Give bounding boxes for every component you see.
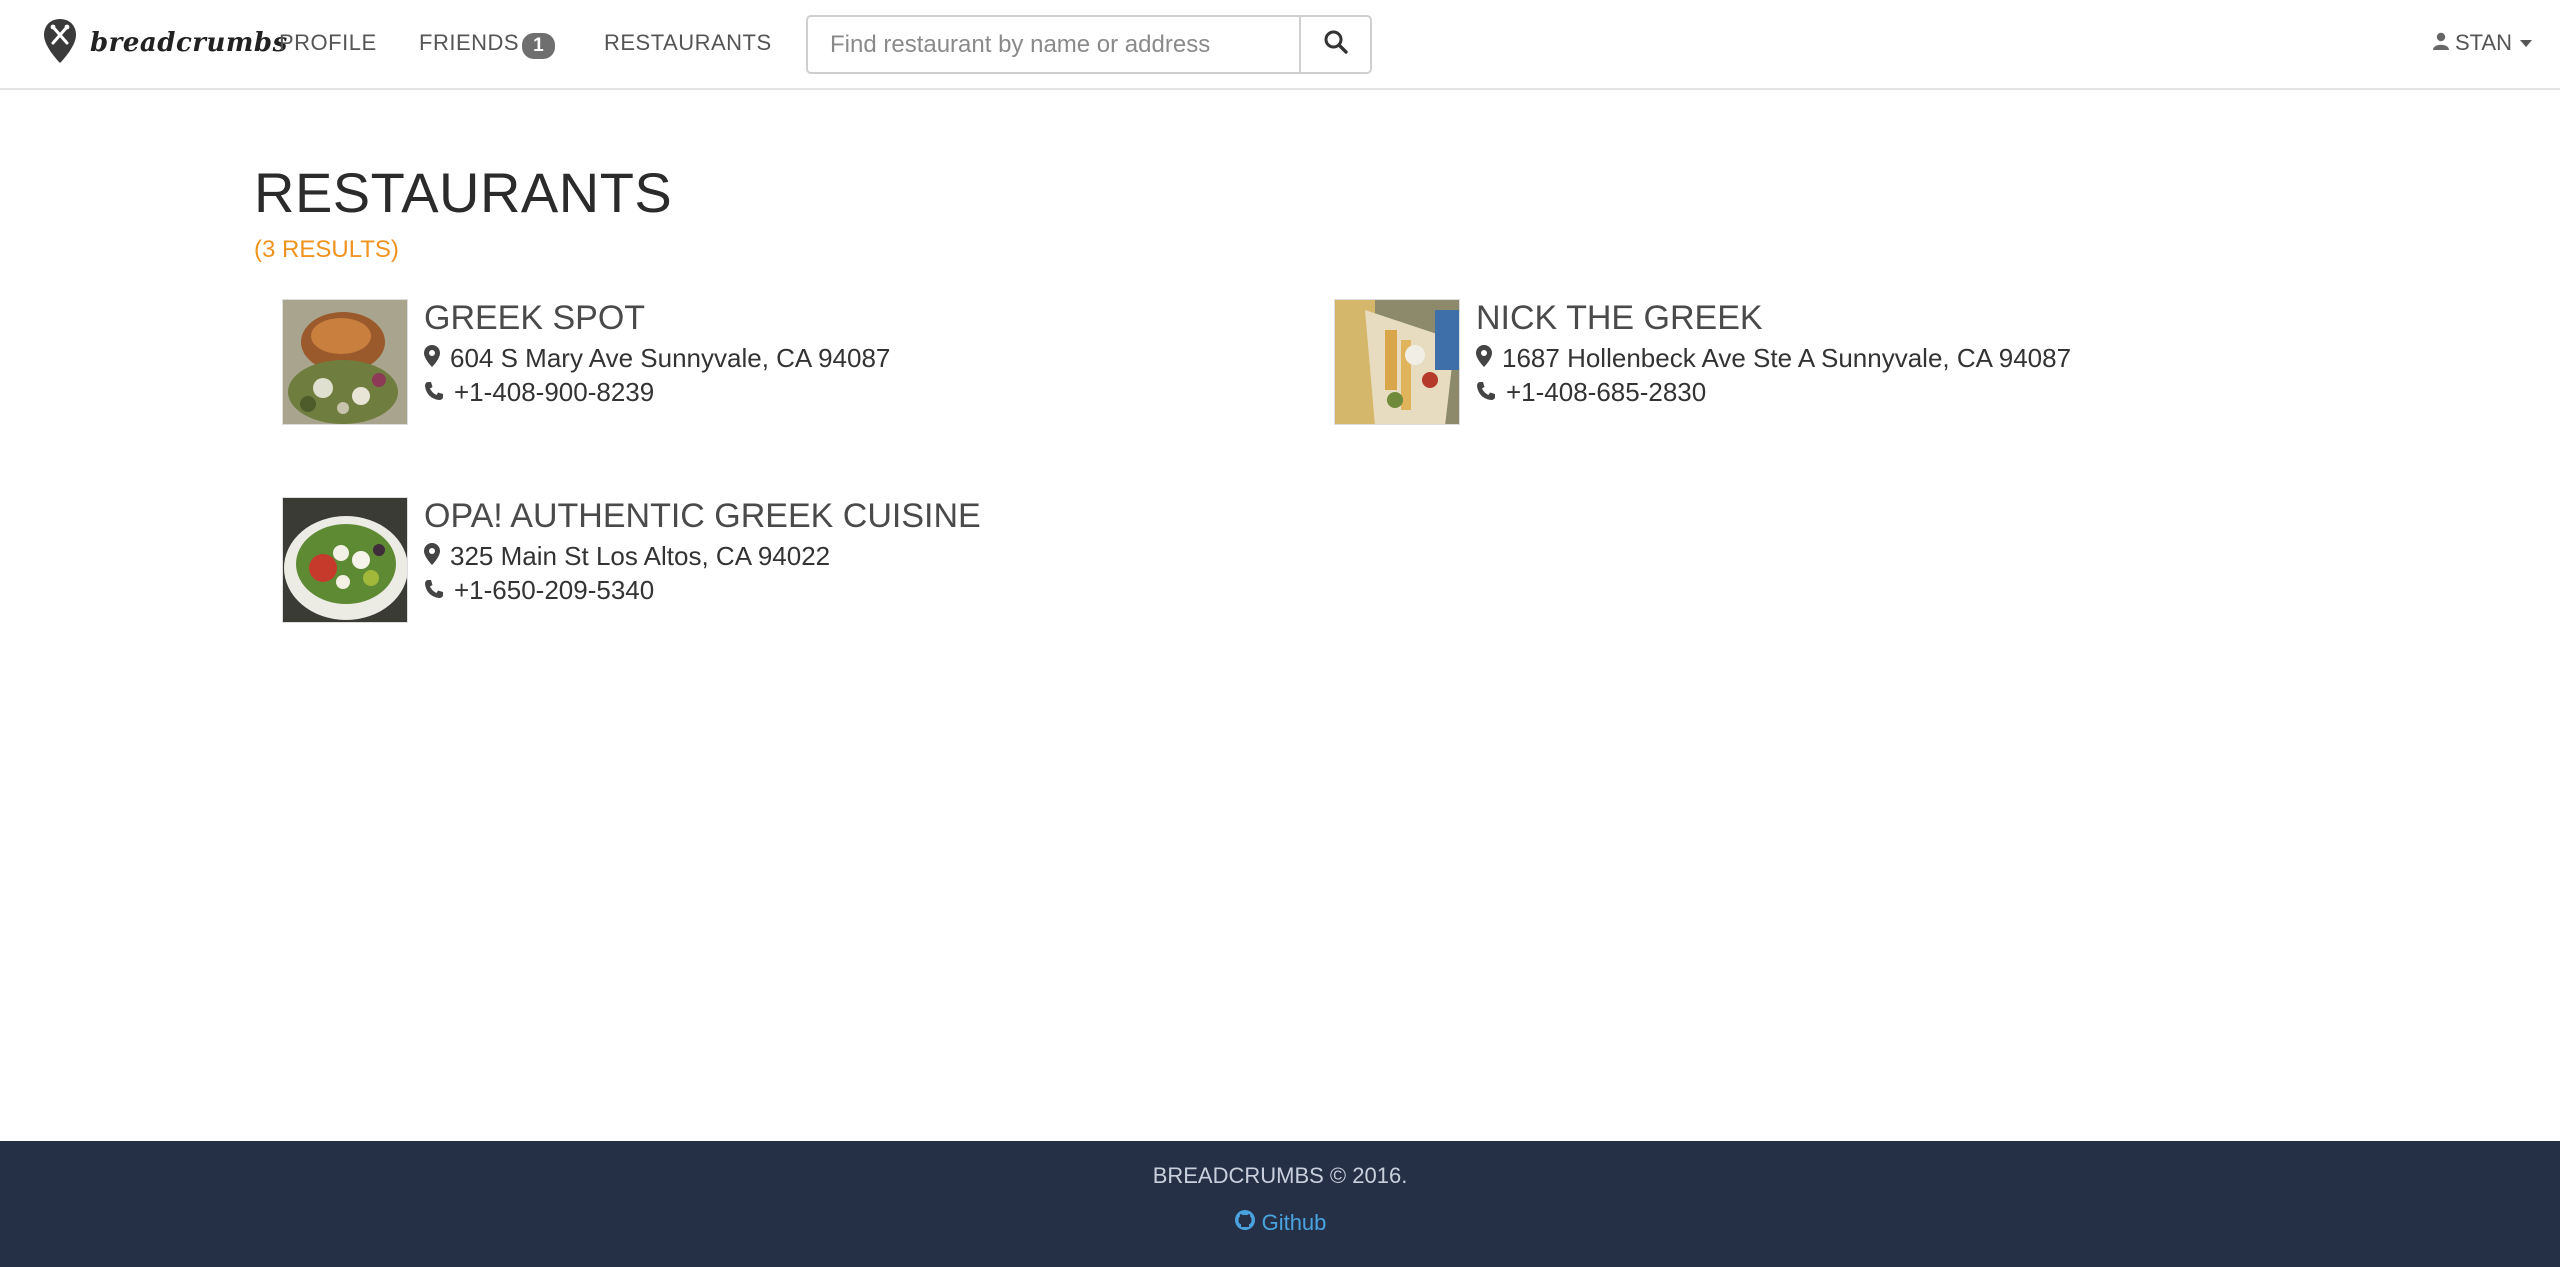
phone-icon: [1476, 377, 1506, 408]
phone-text: +1-650-209-5340: [454, 575, 655, 605]
user-menu-dropdown[interactable]: STAN: [2432, 30, 2532, 56]
restaurant-card: NICK THE GREEK 1687 Hollenbeck Ave Ste A…: [1334, 299, 2234, 429]
phone-icon: [424, 575, 454, 606]
top-navbar: breadcrumbs PROFILE FRIENDS 1 RESTAURANTS…: [0, 0, 2560, 90]
map-pin-utensils-icon: [42, 17, 78, 70]
chevron-down-icon: [2520, 39, 2532, 47]
nav-friends[interactable]: FRIENDS 1: [419, 30, 556, 60]
search-form: [806, 15, 1372, 74]
restaurant-thumbnail[interactable]: [282, 299, 408, 425]
map-marker-icon: [424, 541, 450, 572]
results-count: (3 RESULTS): [254, 236, 399, 263]
restaurant-phone: +1-408-685-2830: [1476, 377, 1706, 408]
address-text: 1687 Hollenbeck Ave Ste A Sunnyvale, CA …: [1502, 343, 2072, 373]
user-icon: [2432, 30, 2455, 56]
user-name: STAN: [2454, 30, 2512, 55]
brand-name: breadcrumbs: [90, 28, 288, 58]
nav-profile[interactable]: PROFILE: [279, 30, 377, 56]
friends-count-badge: 1: [522, 33, 556, 60]
restaurant-thumbnail[interactable]: [1334, 299, 1460, 425]
restaurant-address: 325 Main St Los Altos, CA 94022: [424, 541, 830, 572]
restaurant-card: GREEK SPOT 604 S Mary Ave Sunnyvale, CA …: [282, 299, 1182, 429]
address-text: 325 Main St Los Altos, CA 94022: [450, 541, 831, 571]
restaurant-phone: +1-408-900-8239: [424, 377, 654, 408]
github-label: Github: [1261, 1210, 1327, 1235]
restaurant-address: 604 S Mary Ave Sunnyvale, CA 94087: [424, 343, 890, 374]
search-input[interactable]: [806, 15, 1299, 74]
phone-icon: [424, 377, 454, 408]
nav-friends-label: FRIENDS: [419, 30, 520, 55]
phone-text: +1-408-900-8239: [454, 377, 655, 407]
restaurant-thumbnail[interactable]: [282, 497, 408, 623]
nav-restaurants[interactable]: RESTAURANTS: [604, 30, 772, 56]
brand-logo-link[interactable]: breadcrumbs: [42, 18, 288, 68]
page-footer: BREADCRUMBS © 2016. Github: [0, 1141, 2560, 1267]
page-title: RESTAURANTS: [254, 161, 673, 224]
restaurant-phone: +1-650-209-5340: [424, 575, 654, 606]
restaurant-name[interactable]: GREEK SPOT: [424, 299, 645, 338]
github-link[interactable]: Github: [0, 1209, 2560, 1237]
phone-text: +1-408-685-2830: [1506, 377, 1707, 407]
restaurant-card: OPA! AUTHENTIC GREEK CUISINE 325 Main St…: [282, 497, 1182, 627]
footer-copyright: BREADCRUMBS © 2016.: [1152, 1163, 1408, 1188]
map-marker-icon: [424, 343, 450, 374]
restaurant-address: 1687 Hollenbeck Ave Ste A Sunnyvale, CA …: [1476, 343, 2071, 374]
github-icon: [1234, 1209, 1262, 1237]
search-icon: [1323, 29, 1349, 60]
address-text: 604 S Mary Ave Sunnyvale, CA 94087: [450, 343, 891, 373]
search-button[interactable]: [1299, 15, 1372, 74]
restaurant-name[interactable]: OPA! AUTHENTIC GREEK CUISINE: [424, 497, 981, 536]
restaurant-name[interactable]: NICK THE GREEK: [1476, 299, 1763, 338]
map-marker-icon: [1476, 343, 1502, 374]
